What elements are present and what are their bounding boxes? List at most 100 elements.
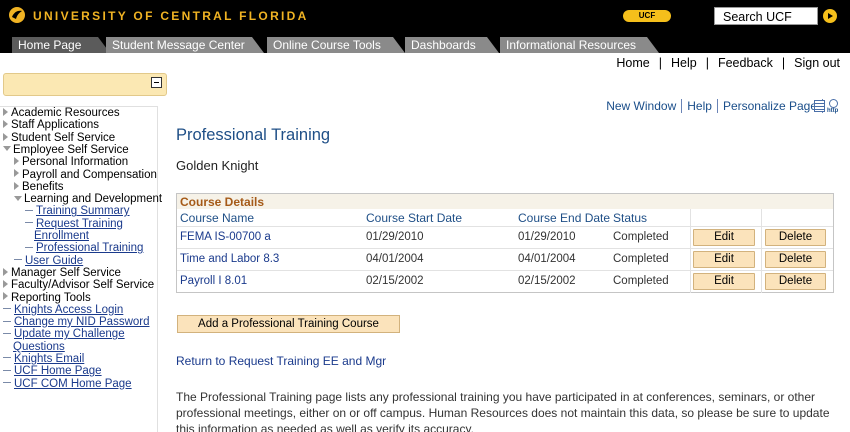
return-to-request-training-link[interactable]: Return to Request Training EE and Mgr — [176, 354, 386, 368]
expand-arrow-icon[interactable] — [3, 107, 8, 116]
expand-arrow-icon[interactable] — [14, 157, 19, 166]
feedback-link[interactable]: Feedback — [718, 56, 773, 70]
tree-dash-icon — [25, 246, 33, 248]
sidebar-item-professional-training[interactable]: Professional Training — [25, 242, 143, 254]
tab-home-page[interactable]: Home Page — [12, 37, 110, 53]
expand-arrow-icon[interactable] — [3, 120, 8, 129]
sidebar-item-label: Knights Email — [14, 353, 85, 365]
sidebar-item-manager-self-service[interactable]: Manager Self Service — [3, 267, 121, 279]
expand-arrow-icon[interactable] — [3, 292, 8, 301]
sidebar-item-staff-applications[interactable]: Staff Applications — [3, 119, 99, 131]
home-link[interactable]: Home — [616, 56, 649, 70]
help-page-link[interactable]: Help — [687, 99, 712, 113]
personalize-page-link[interactable]: Personalize Page — [723, 99, 817, 113]
delete-button[interactable]: Delete — [765, 273, 826, 290]
sidebar-item-label: Academic Resources — [11, 107, 120, 119]
http-link-icon[interactable]: http — [827, 99, 843, 117]
university-name[interactable]: UNIVERSITY OF CENTRAL FLORIDA — [33, 9, 309, 23]
sign-out-link[interactable]: Sign out — [794, 56, 840, 70]
tree-dash-icon — [3, 369, 11, 371]
sidebar-item-ucf-com-home-page[interactable]: UCF COM Home Page — [3, 378, 132, 390]
collapse-icon[interactable] — [151, 77, 162, 88]
sidebar-item-label: Faculty/Advisor Self Service — [11, 279, 155, 292]
pegasus-logo-icon[interactable] — [8, 6, 26, 24]
ucf-badge[interactable]: UCF — [623, 10, 671, 22]
grid-view-icon[interactable] — [814, 100, 825, 112]
column-course-start-date[interactable]: Course Start Date — [366, 211, 462, 225]
sidebar-item-label: Enrollment — [34, 230, 89, 242]
sidebar-item-knights-access-login[interactable]: Knights Access Login — [3, 304, 123, 316]
course-start-date: 01/29/2010 — [366, 231, 424, 243]
column-course-end-date[interactable]: Course End Date — [518, 211, 610, 225]
sidebar-item-academic-resources[interactable]: Academic Resources — [3, 107, 120, 119]
expand-arrow-icon[interactable] — [3, 267, 8, 276]
tab-dashboards[interactable]: Dashboards — [405, 37, 499, 53]
edit-button[interactable]: Edit — [693, 251, 755, 268]
menu-header — [3, 73, 167, 96]
tree-dash-icon — [14, 259, 22, 261]
sidebar-item-user-guide[interactable]: User Guide — [14, 255, 83, 267]
course-name-link[interactable]: Time and Labor 8.3 — [180, 253, 279, 265]
search-input[interactable] — [714, 7, 818, 25]
separator: | — [658, 56, 662, 70]
sidebar-item-questions[interactable]: Questions — [13, 341, 65, 353]
edit-button[interactable]: Edit — [693, 229, 755, 246]
column-status[interactable]: Status — [613, 211, 647, 225]
collapse-arrow-icon[interactable] — [14, 195, 22, 201]
sidebar-item-benefits[interactable]: Benefits — [14, 181, 64, 193]
sidebar-item-label: Knights Access Login — [14, 303, 124, 316]
sidebar-item-learning-and-development[interactable]: Learning and Development — [14, 193, 162, 205]
go-arrow-icon[interactable] — [823, 9, 837, 23]
sidebar-item-change-my-nid-password[interactable]: Change my NID Password — [3, 316, 150, 328]
sidebar-item-knights-email[interactable]: Knights Email — [3, 353, 84, 365]
expand-arrow-icon[interactable] — [14, 181, 19, 190]
help-link[interactable]: Help — [671, 56, 697, 70]
sidebar-item-employee-self-service[interactable]: Employee Self Service — [3, 144, 129, 156]
separator — [716, 99, 718, 113]
top-header-bar: UNIVERSITY OF CENTRAL FLORIDA UCF — [0, 0, 850, 32]
sidebar-item-request-training[interactable]: Request Training — [25, 218, 123, 230]
tab-online-course-tools[interactable]: Online Course Tools — [267, 37, 405, 53]
tab-student-message-center[interactable]: Student Message Center — [106, 37, 264, 53]
course-start-date: 04/01/2004 — [366, 253, 424, 265]
sidebar-item-label: UCF COM Home Page — [14, 377, 132, 390]
page-title: Professional Training — [176, 126, 331, 144]
sidebar-item-ucf-home-page[interactable]: UCF Home Page — [3, 365, 102, 377]
sidebar-item-update-my-challenge[interactable]: Update my Challenge — [3, 328, 125, 340]
sidebar-item-reporting-tools[interactable]: Reporting Tools — [3, 292, 91, 304]
sidebar-item-personal-information[interactable]: Personal Information — [14, 156, 128, 168]
sidebar-item-faculty-advisor-self-service[interactable]: Faculty/Advisor Self Service — [3, 279, 154, 291]
sidebar-item-label: Change my NID Password — [14, 316, 150, 329]
add-professional-training-button[interactable]: Add a Professional Training Course — [177, 315, 400, 333]
grid-title: Course Details — [177, 194, 833, 209]
collapse-arrow-icon[interactable] — [3, 146, 11, 152]
course-name-link[interactable]: Payroll I 8.01 — [180, 275, 247, 287]
page-links: New Window Help Personalize Page — [606, 99, 828, 113]
sidebar-item-training-summary[interactable]: Training Summary — [25, 205, 130, 217]
sidebar-item-student-self-service[interactable]: Student Self Service — [3, 132, 115, 144]
sidebar-item-label: Questions — [13, 340, 65, 353]
sidebar-item-label: Update my Challenge — [14, 328, 125, 341]
expand-arrow-icon[interactable] — [3, 132, 8, 141]
delete-button[interactable]: Delete — [765, 229, 826, 246]
sidebar-item-payroll-and-compensation[interactable]: Payroll and Compensation — [14, 169, 157, 181]
tab-informational-resources[interactable]: Informational Resources — [500, 37, 659, 53]
course-name-link[interactable]: FEMA IS-00700 a — [180, 231, 271, 243]
expand-arrow-icon[interactable] — [3, 280, 8, 289]
edit-button[interactable]: Edit — [693, 273, 755, 290]
course-start-date: 02/15/2002 — [366, 275, 424, 287]
expand-arrow-icon[interactable] — [14, 169, 19, 178]
sidebar-item-enrollment[interactable]: Enrollment — [34, 230, 89, 242]
sidebar-item-label: Learning and Development — [24, 193, 163, 206]
sidebar-menu: Academic Resources Staff Applications Stud… — [0, 106, 162, 432]
sidebar-item-label: Benefits — [22, 180, 64, 193]
grid-header-row: Course Name Course Start Date Course End… — [177, 209, 833, 226]
tree-dash-icon — [3, 332, 11, 334]
sidebar-item-label: Employee Self Service — [13, 143, 129, 156]
column-course-name[interactable]: Course Name — [180, 211, 254, 225]
sidebar-item-label: Personal Information — [22, 156, 129, 169]
delete-button[interactable]: Delete — [765, 251, 826, 268]
tree-dash-icon — [3, 382, 11, 384]
new-window-link[interactable]: New Window — [606, 99, 676, 113]
utility-links: Home | Help | Feedback | Sign out — [616, 56, 840, 70]
